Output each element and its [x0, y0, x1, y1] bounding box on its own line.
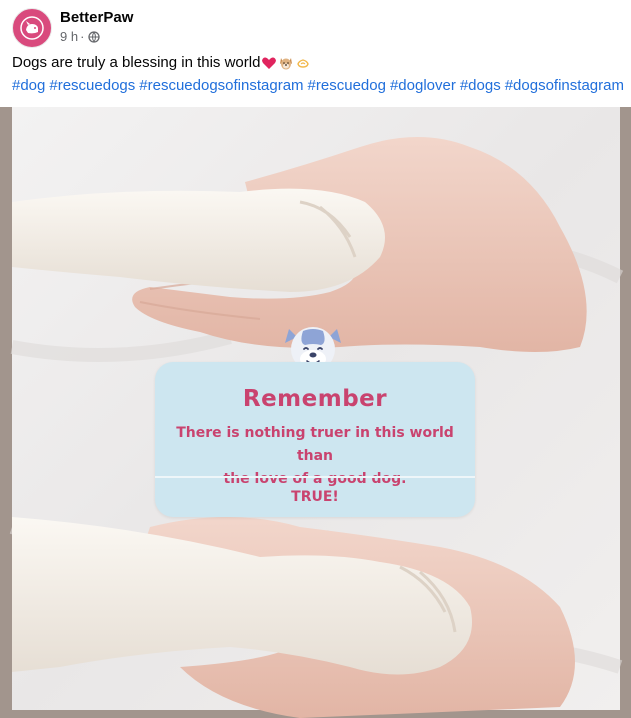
folded-hands-icon	[297, 59, 310, 68]
post-caption: Dogs are truly a blessing in this world	[12, 53, 311, 73]
hashtag-link[interactable]: #dog	[12, 76, 45, 96]
post-time[interactable]: 9 h	[60, 29, 78, 44]
dog-logo-icon	[20, 16, 44, 40]
post-header: BetterPaw 9 h ·	[12, 8, 612, 48]
hashtag-link[interactable]: #dogsofinstagram	[505, 76, 624, 96]
card-body-line: There is nothing truer in this world tha…	[176, 425, 454, 464]
hashtag-link[interactable]: #dogs	[460, 76, 501, 96]
author-name[interactable]: BetterPaw	[60, 9, 133, 26]
card-true-button: TRUE!	[291, 489, 339, 505]
globe-icon	[88, 30, 101, 43]
card-title: Remember	[242, 386, 388, 412]
hashtag-link[interactable]: #rescuedog	[308, 76, 386, 96]
red-heart-icon	[262, 57, 277, 69]
hashtag-link[interactable]: #doglover	[390, 76, 456, 96]
hashtag-link[interactable]: #rescuedogs	[49, 76, 135, 96]
avatar[interactable]	[12, 8, 52, 48]
quote-card: Remember There is nothing truer in this …	[155, 362, 475, 517]
hashtag-list: #dog #rescuedogs #rescuedogsofinstagram …	[12, 76, 624, 96]
hashtag-link[interactable]: #rescuedogsofinstagram	[139, 76, 303, 96]
post-meta: 9 h ·	[60, 29, 101, 44]
dog-face-icon	[280, 58, 293, 70]
caption-emojis	[261, 55, 311, 71]
meta-separator: ·	[80, 29, 85, 44]
caption-text: Dogs are truly a blessing in this world	[12, 54, 261, 71]
